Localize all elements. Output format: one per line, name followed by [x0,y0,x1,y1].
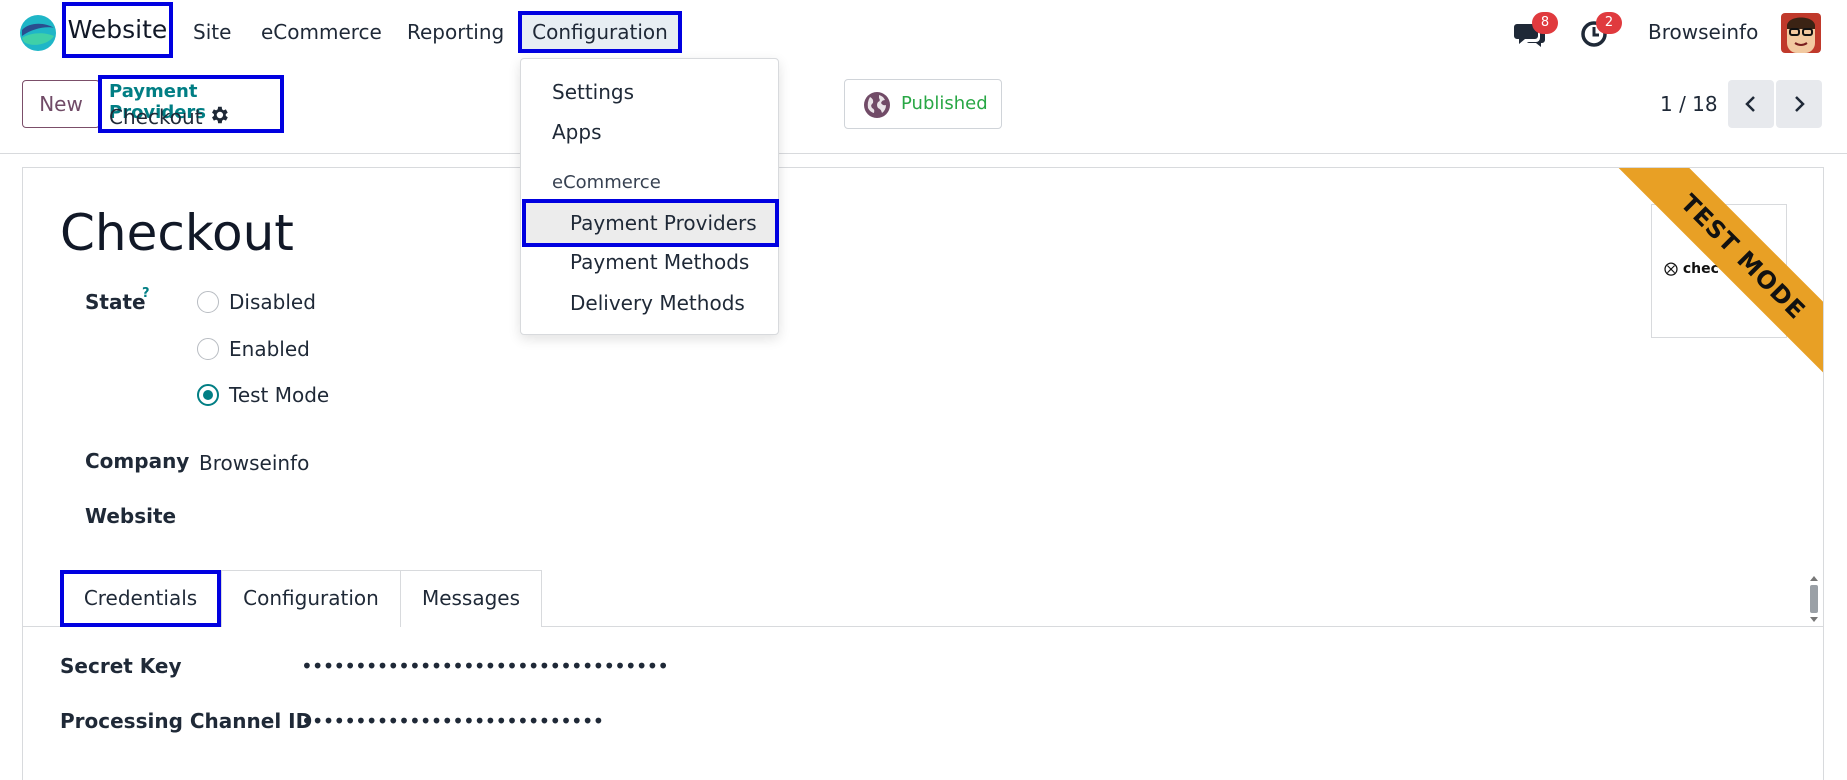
menu-ecommerce[interactable]: eCommerce [261,0,382,64]
form-sheet: Checkout State ? Disabled Enabled Test M… [22,167,1824,780]
menu-item-payment-methods[interactable]: Payment Methods [570,250,749,274]
radio-button[interactable] [197,291,219,313]
menu-reporting[interactable]: Reporting [407,0,504,64]
provider-logo-text: ⨂ chec [1664,261,1719,277]
record-title[interactable]: Checkout [60,204,294,262]
radio-label: Enabled [229,337,310,361]
configuration-dropdown-menu: Settings Apps eCommerce Payment Provider… [520,58,779,335]
breadcrumb-current: Checkout [109,105,203,129]
processing-channel-id-label: Processing Channel ID [60,709,313,733]
menu-item-delivery-methods[interactable]: Delivery Methods [570,291,745,315]
help-tooltip-icon[interactable]: ? [142,286,150,301]
scroll-down-icon[interactable] [1810,617,1818,622]
control-panel: New Payment Providers Checkout Published… [0,64,1847,154]
tab-configuration[interactable]: Configuration [221,570,401,627]
globe-icon [863,91,891,119]
app-name[interactable]: Website [62,2,173,58]
radio-button-checked[interactable] [197,384,219,406]
website-app-logo-icon[interactable] [19,14,57,52]
chevron-right-icon [1795,96,1805,112]
chevron-left-icon [1745,96,1755,112]
gear-icon[interactable] [208,104,230,126]
secret-key-field[interactable]: •••••••••••••••••••••••••••••••••• [301,654,669,678]
menu-item-apps[interactable]: Apps [552,120,602,144]
pager-value[interactable]: 1 / 18 [1660,80,1718,128]
website-label: Website [85,504,177,528]
processing-channel-id-field[interactable]: •••••••••••••••••••••••••••• [301,709,604,733]
menu-item-settings[interactable]: Settings [552,80,634,104]
menu-section-ecommerce: eCommerce [552,172,661,193]
pager-next-button[interactable] [1776,80,1822,128]
tab-credentials[interactable]: Credentials [60,570,221,627]
radio-label: Disabled [229,290,316,314]
company-label: Company [85,449,190,473]
breadcrumb: Payment Providers Checkout [98,75,284,133]
pager-previous-button[interactable] [1728,80,1774,128]
radio-label: Test Mode [229,383,330,407]
user-name[interactable]: Browseinfo [1648,0,1758,64]
company-field[interactable]: Browseinfo [199,451,309,475]
user-avatar[interactable] [1781,13,1821,53]
menu-site[interactable]: Site [193,0,231,64]
radio-button[interactable] [197,338,219,360]
tabs-scrollbar[interactable] [1807,573,1821,625]
menu-item-label: Payment Providers [570,211,757,235]
published-label: Published [901,93,988,114]
top-navbar: Website Site eCommerce Reporting Configu… [0,0,1847,64]
menu-configuration[interactable]: Configuration [518,11,682,53]
published-toggle-button[interactable]: Published [844,79,1002,129]
secret-key-label: Secret Key [60,654,182,678]
scrollbar-thumb[interactable] [1810,585,1818,613]
provider-logo-image[interactable]: ⨂ chec [1651,204,1787,338]
tab-messages[interactable]: Messages [400,570,542,627]
messages-count-badge: 8 [1532,12,1558,34]
new-button[interactable]: New [22,80,100,128]
state-label: State [85,290,146,314]
menu-item-payment-providers[interactable]: Payment Providers [522,199,779,247]
scroll-up-icon[interactable] [1810,576,1818,581]
activities-count-badge: 2 [1596,12,1622,34]
